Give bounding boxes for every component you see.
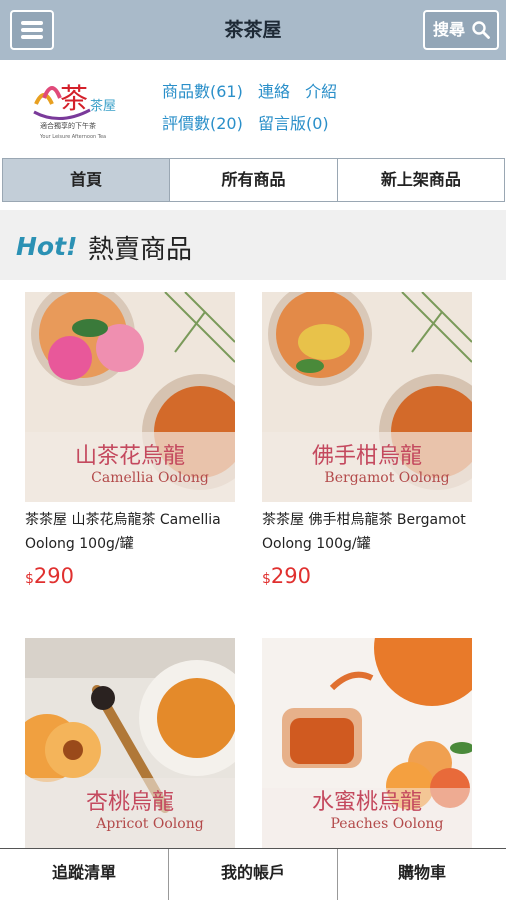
product-price: $290 (25, 564, 235, 588)
hot-badge: Hot! (16, 232, 78, 261)
product-price: $290 (262, 564, 472, 588)
product-image[interactable]: 杏桃烏龍 Apricot Oolong (25, 638, 235, 848)
svg-text:適合獨享的下午茶: 適合獨享的下午茶 (40, 121, 96, 130)
product-card-bergamot[interactable]: 佛手柑烏龍 Bergamot Oolong 茶茶屋 佛手柑烏龍茶 Bergamo… (262, 292, 472, 588)
svg-text:茶: 茶 (60, 82, 88, 115)
shop-links: 商品數(61) 連絡 介紹 評價數(20) 留言版(0) (162, 76, 347, 140)
search-label: 搜尋 (433, 20, 466, 39)
wishlist-button[interactable]: 追蹤清單 (0, 849, 169, 900)
product-card-apricot[interactable]: 杏桃烏龍 Apricot Oolong (25, 638, 235, 848)
product-name[interactable]: 茶茶屋 佛手柑烏龍茶 Bergamot Oolong 100g/罐 (262, 508, 482, 556)
image-caption-zh: 山茶花烏龍 (74, 444, 185, 469)
tab-new-products[interactable]: 新上架商品 (336, 158, 505, 202)
svg-text:Your Leisure Afternoon Tea: Your Leisure Afternoon Tea (39, 134, 106, 140)
my-account-button[interactable]: 我的帳戶 (169, 849, 338, 900)
image-caption-en: Camellia Oolong (91, 470, 209, 486)
currency-symbol: $ (262, 571, 271, 587)
shopping-cart-button[interactable]: 購物車 (338, 849, 506, 900)
product-card-peaches[interactable]: 水蜜桃烏龍 Peaches Oolong (262, 638, 472, 848)
top-bar: 茶茶屋 搜尋 (0, 0, 506, 60)
image-caption: 水蜜桃烏龍 Peaches Oolong (262, 784, 472, 832)
product-image[interactable]: 水蜜桃烏龍 Peaches Oolong (262, 638, 472, 848)
search-button[interactable]: 搜尋 (423, 10, 499, 50)
image-caption: 山茶花烏龍 Camellia Oolong (25, 438, 235, 486)
product-image[interactable]: 佛手柑烏龍 Bergamot Oolong (262, 292, 472, 502)
shop-header: 茶 茶屋 適合獨享的下午茶 Your Leisure Afternoon Tea… (0, 60, 506, 150)
tab-all-products[interactable]: 所有商品 (169, 158, 338, 202)
search-icon (472, 21, 490, 39)
guestbook-link[interactable]: 留言版(0) (258, 114, 329, 133)
intro-link[interactable]: 介紹 (305, 82, 337, 101)
image-caption-zh: 杏桃烏龍 (85, 790, 174, 815)
image-caption-en: Bergamot Oolong (324, 470, 450, 486)
price-value: 290 (33, 564, 75, 588)
image-caption: 佛手柑烏龍 Bergamot Oolong (262, 438, 472, 486)
reviews-link[interactable]: 評價數(20) (162, 114, 243, 133)
section-title: 熱賣商品 (88, 235, 193, 265)
image-caption-en: Peaches Oolong (330, 816, 444, 832)
contact-link[interactable]: 連絡 (258, 82, 290, 101)
nav-tabs: 首頁 所有商品 新上架商品 (2, 158, 505, 202)
image-caption-en: Apricot Oolong (96, 816, 204, 832)
bottom-nav: 追蹤清單 我的帳戶 購物車 (0, 848, 506, 900)
image-caption: 杏桃烏龍 Apricot Oolong (25, 784, 235, 832)
shop-logo[interactable]: 茶 茶屋 適合獨享的下午茶 Your Leisure Afternoon Tea (30, 68, 134, 144)
product-image[interactable]: 山茶花烏龍 Camellia Oolong (25, 292, 235, 502)
product-name[interactable]: 茶茶屋 山茶花烏龍茶 Camellia Oolong 100g/罐 (25, 508, 245, 556)
tab-home[interactable]: 首頁 (2, 158, 171, 202)
price-value: 290 (270, 564, 312, 588)
hot-section-header: Hot! 熱賣商品 (0, 210, 506, 280)
product-count-link[interactable]: 商品數(61) (162, 82, 243, 101)
svg-text:茶屋: 茶屋 (90, 98, 116, 114)
image-caption-zh: 佛手柑烏龍 (311, 444, 422, 469)
currency-symbol: $ (25, 571, 34, 587)
image-caption-zh: 水蜜桃烏龍 (311, 790, 422, 815)
product-card-camellia[interactable]: 山茶花烏龍 Camellia Oolong 茶茶屋 山茶花烏龍茶 Camelli… (25, 292, 235, 588)
